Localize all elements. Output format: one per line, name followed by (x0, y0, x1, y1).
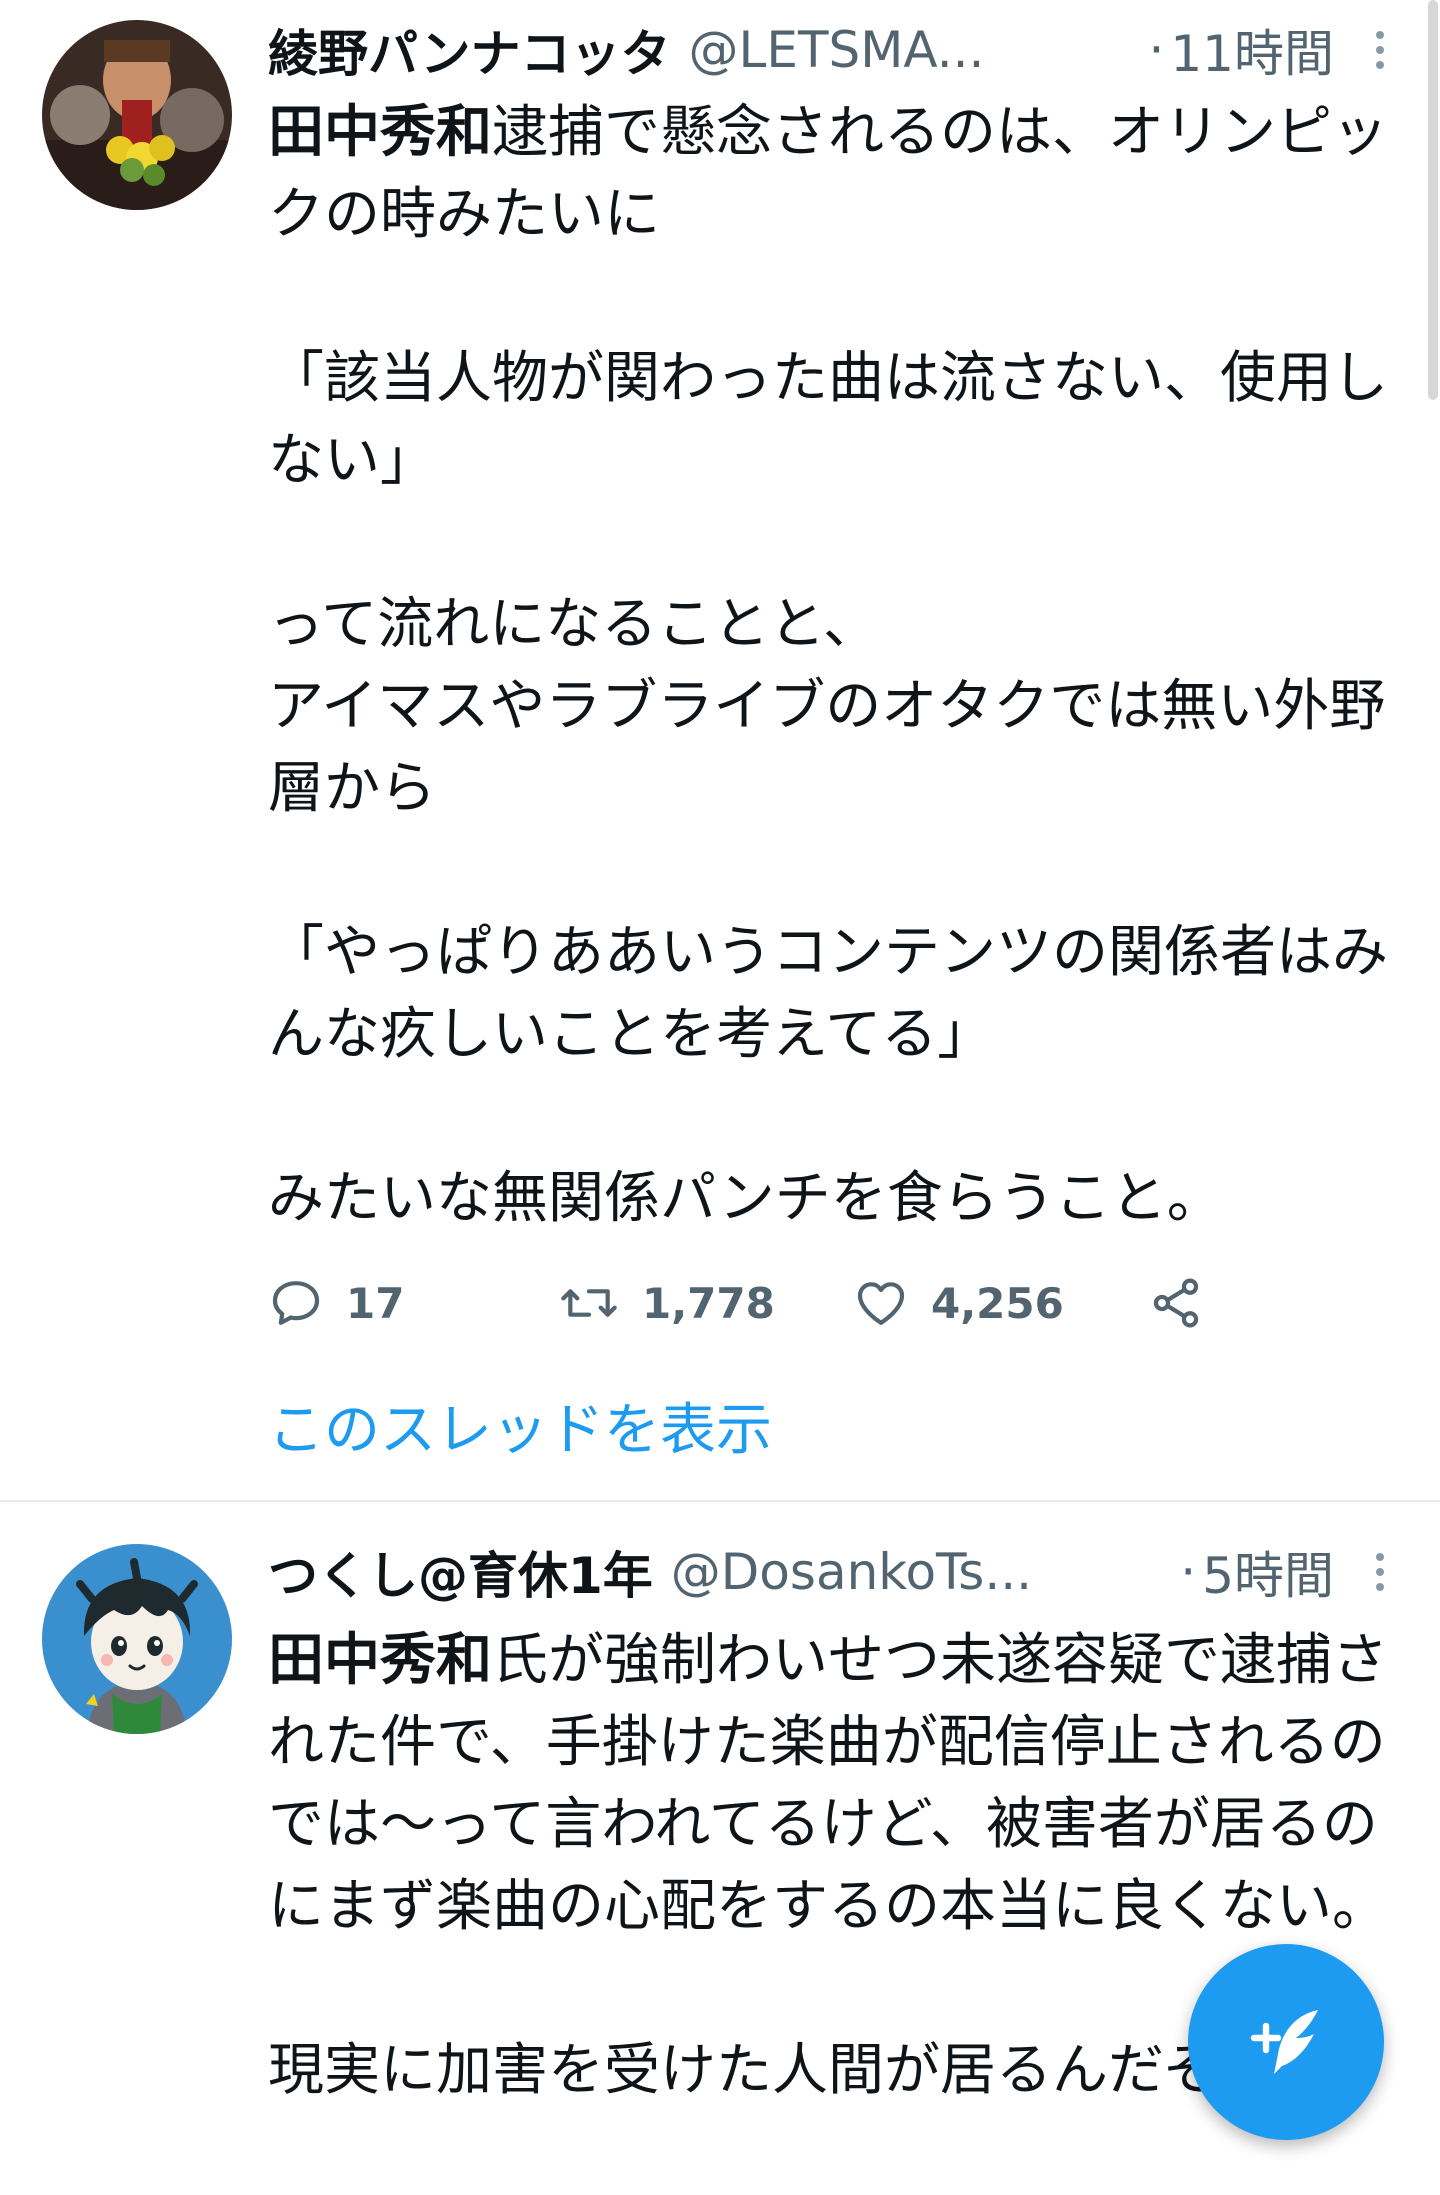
separator-dot: · (1148, 21, 1165, 79)
avatar-image (42, 20, 232, 210)
reply-button[interactable]: 17 (268, 1268, 404, 1338)
share-icon (1153, 1278, 1199, 1328)
more-vertical-icon[interactable] (1360, 18, 1400, 82)
reply-count: 17 (346, 1278, 405, 1328)
tweet-header: 綾野パンナコッタ @LETSMA... · 11時間 (268, 18, 1400, 83)
retweet-button[interactable]: 1,778 (558, 1268, 775, 1338)
avatar[interactable] (42, 1544, 232, 1734)
more-vertical-icon[interactable] (1360, 1540, 1400, 1604)
avatar[interactable] (42, 20, 232, 210)
compose-tweet-icon (1250, 2010, 1318, 2074)
tweet-header: つくし@育休1年 @DosankoTs... · 5時間 (268, 1540, 1400, 1605)
tweet-actions: 17 1,778 4,256 (268, 1268, 1228, 1338)
tweet-text-rest: 逮捕で懸念されるのは、オリンピックの時みたいに 「該当人物が関わった曲は流さない… (268, 100, 1388, 1231)
like-count: 4,256 (931, 1278, 1064, 1328)
heart-icon (857, 1282, 905, 1325)
display-name[interactable]: つくし@育休1年 (268, 1536, 653, 1608)
tweet[interactable]: 綾野パンナコッタ @LETSMA... · 11時間 田中秀和逮捕で懸念されるの… (0, 0, 1440, 1500)
display-name[interactable]: 綾野パンナコッタ (268, 14, 671, 86)
reply-icon (272, 1281, 320, 1325)
like-button[interactable]: 4,256 (853, 1268, 1064, 1338)
retweet-count: 1,778 (642, 1278, 775, 1328)
tweet-text: 田中秀和逮捕で懸念されるのは、オリンピックの時みたいに 「該当人物が関わった曲は… (268, 92, 1398, 1240)
scrollbar[interactable] (1428, 0, 1438, 400)
timestamp[interactable]: 5時間 (1202, 1536, 1334, 1608)
timeline: 綾野パンナコッタ @LETSMA... · 11時間 田中秀和逮捕で懸念されるの… (0, 0, 1440, 2195)
retweet-icon (561, 1289, 617, 1317)
bold-keyword[interactable]: 田中秀和 (268, 100, 492, 165)
separator-dot: · (1180, 1543, 1197, 1601)
timestamp[interactable]: 11時間 (1170, 14, 1334, 86)
avatar-image (42, 1544, 232, 1734)
share-button[interactable] (1148, 1268, 1226, 1338)
user-handle[interactable]: @LETSMA... (689, 21, 985, 79)
compose-tweet-button[interactable] (1188, 1944, 1384, 2140)
bold-keyword[interactable]: 田中秀和 (268, 1628, 492, 1693)
user-handle[interactable]: @DosankoTs... (671, 1543, 1032, 1601)
show-thread-link[interactable]: このスレッドを表示 (268, 1385, 772, 1466)
